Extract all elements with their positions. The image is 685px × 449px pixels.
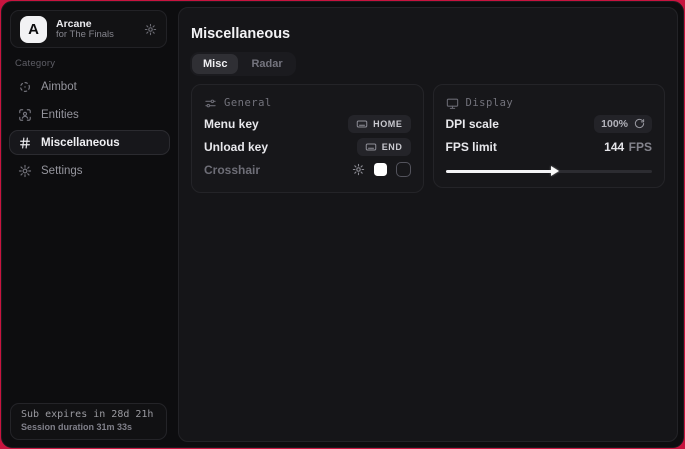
monitor-icon xyxy=(446,97,459,110)
crosshair-settings-gear-icon[interactable] xyxy=(352,163,365,176)
category-label: Category xyxy=(15,58,55,69)
session-duration-text: Session duration 31m 33s xyxy=(21,422,156,432)
display-card-header: Display xyxy=(446,94,653,112)
app-name: Arcane xyxy=(56,18,135,30)
sidebar-item-settings[interactable]: Settings xyxy=(9,158,170,183)
tab-bar: Misc Radar xyxy=(190,52,296,76)
fps-limit-label: FPS limit xyxy=(446,140,497,154)
unload-key-label: Unload key xyxy=(204,140,268,154)
slider-thumb[interactable] xyxy=(551,166,559,176)
menu-key-label: Menu key xyxy=(204,117,259,131)
unload-key-row: Unload key END xyxy=(204,135,411,158)
menu-key-row: Menu key HOME xyxy=(204,112,411,135)
subscription-status-card: Sub expires in 28d 21h Session duration … xyxy=(10,403,167,440)
unload-key-bind-button[interactable]: END xyxy=(357,138,411,156)
fps-limit-value: 144 FPS xyxy=(604,138,652,156)
sidebar-item-aimbot[interactable]: Aimbot xyxy=(9,74,170,99)
crosshair-label: Crosshair xyxy=(204,163,260,177)
crosshair-checkbox[interactable] xyxy=(396,162,411,177)
sidebar: A Arcane for The Finals Category xyxy=(2,2,177,447)
sidebar-item-label: Aimbot xyxy=(41,81,77,93)
fps-unit: FPS xyxy=(629,140,652,154)
app-meta: Arcane for The Finals xyxy=(56,18,135,41)
app-settings-gear-icon[interactable] xyxy=(144,23,157,36)
gear-icon xyxy=(18,164,32,178)
settings-cards: General Menu key HOME Unload key xyxy=(191,84,665,193)
general-card: General Menu key HOME Unload key xyxy=(191,84,424,193)
sidebar-item-label: Miscellaneous xyxy=(41,137,120,149)
sidebar-item-miscellaneous[interactable]: Miscellaneous xyxy=(9,130,170,155)
menu-key-value: HOME xyxy=(373,119,402,129)
crosshair-color-swatch[interactable] xyxy=(374,163,387,176)
tab-radar[interactable]: Radar xyxy=(240,54,293,74)
dpi-scale-value: 100% xyxy=(601,118,628,130)
display-card-title: Display xyxy=(466,97,514,109)
page-title: Miscellaneous xyxy=(191,26,290,42)
main-panel: Miscellaneous Misc Radar General xyxy=(178,7,678,442)
crosshair-controls xyxy=(352,162,411,177)
hash-icon xyxy=(18,136,32,150)
fps-limit-slider[interactable] xyxy=(446,167,653,176)
menu-key-bind-button[interactable]: HOME xyxy=(348,115,410,133)
tab-misc[interactable]: Misc xyxy=(192,54,238,74)
crosshair-icon xyxy=(18,80,32,94)
app-window: A Arcane for The Finals Category xyxy=(1,1,684,448)
app-subtitle: for The Finals xyxy=(56,30,135,41)
display-card: Display DPI scale 100% FPS limit xyxy=(433,84,666,188)
app-logo: A xyxy=(20,16,47,43)
dpi-scale-control[interactable]: 100% xyxy=(594,115,652,133)
app-header-card: A Arcane for The Finals xyxy=(10,10,167,48)
dpi-scale-row: DPI scale 100% xyxy=(446,112,653,135)
general-card-header: General xyxy=(204,94,411,112)
keyboard-icon xyxy=(356,118,368,130)
crosshair-row: Crosshair xyxy=(204,158,411,181)
sidebar-nav: Aimbot Entities Miscella xyxy=(9,74,170,183)
sliders-icon xyxy=(204,97,217,110)
sidebar-item-label: Settings xyxy=(41,165,83,177)
general-card-title: General xyxy=(224,97,272,109)
slider-fill xyxy=(446,170,555,173)
person-scan-icon xyxy=(18,108,32,122)
unload-key-value: END xyxy=(382,142,403,152)
fps-limit-row: FPS limit 144 FPS xyxy=(446,135,653,158)
refresh-cycle-icon[interactable] xyxy=(634,118,645,129)
sub-expiry-text: Sub expires in 28d 21h xyxy=(21,409,156,420)
keyboard-icon xyxy=(365,141,377,153)
sidebar-item-label: Entities xyxy=(41,109,79,121)
dpi-scale-label: DPI scale xyxy=(446,117,499,131)
sidebar-item-entities[interactable]: Entities xyxy=(9,102,170,127)
fps-number: 144 xyxy=(604,140,624,154)
